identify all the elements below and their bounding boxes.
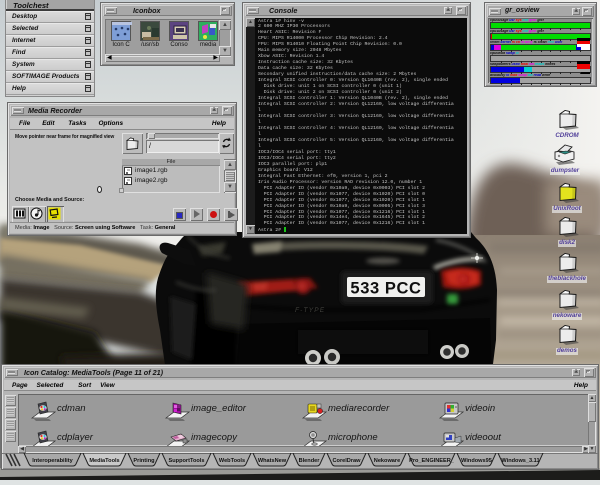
svg-text:Nekoware: Nekoware <box>374 458 400 464</box>
svg-text:Interoperability: Interoperability <box>32 458 73 464</box>
svg-text:Windows95: Windows95 <box>461 458 492 464</box>
svg-text:Printing: Printing <box>133 458 155 464</box>
svg-text:Pro_ENGINEER_: Pro_ENGINEER_ <box>409 458 455 464</box>
svg-text:WhatsNew: WhatsNew <box>258 458 287 464</box>
svg-text:CorelDraw: CorelDraw <box>333 458 362 464</box>
svg-text:SupportTools: SupportTools <box>169 458 205 464</box>
svg-text:533 PCC: 533 PCC <box>350 280 421 298</box>
svg-text:Blender: Blender <box>299 458 321 464</box>
svg-text:WebTools: WebTools <box>219 458 245 464</box>
svg-text:Windows_3.11: Windows_3.11 <box>501 458 539 464</box>
svg-text:MediaTools: MediaTools <box>89 458 119 464</box>
